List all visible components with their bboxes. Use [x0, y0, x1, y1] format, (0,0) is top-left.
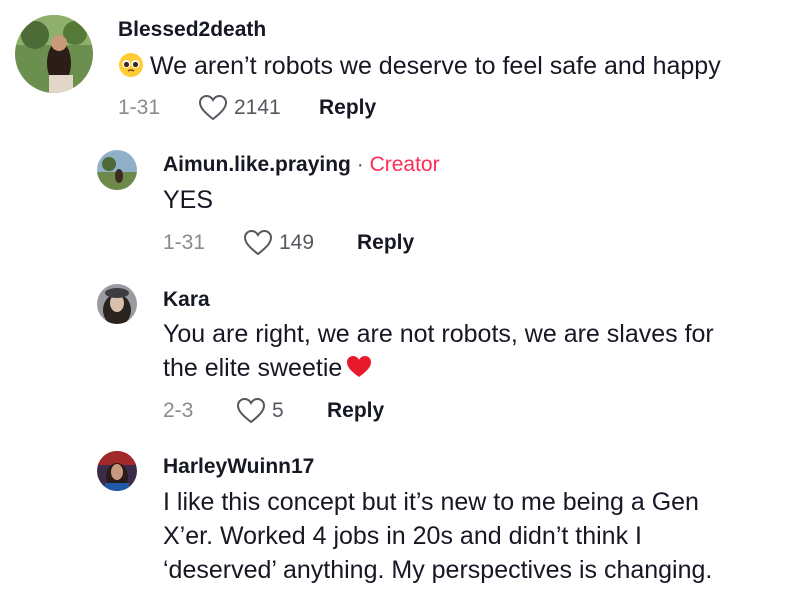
comment-text-line: the elite sweetie: [163, 354, 343, 382]
comment-text: We aren’t robots we deserve to feel safe…: [118, 49, 721, 87]
avatar[interactable]: [97, 150, 137, 190]
comment-date: 2-3: [163, 399, 194, 422]
comment-text: You are right, we are not robots, we are…: [163, 317, 714, 388]
heart-outline-icon: [198, 94, 228, 121]
comment-text-line: You are right, we are not robots, we are…: [163, 320, 714, 348]
avatar-image: [97, 284, 137, 324]
comment-date: 1-31: [118, 96, 161, 119]
pleading-face-icon: [118, 52, 144, 87]
reply-button[interactable]: Reply: [357, 231, 414, 255]
username[interactable]: HarleyWuinn17: [163, 455, 314, 479]
comment-text-line: X’er. Worked 4 jobs in 20s and didn’t th…: [163, 522, 642, 550]
comment-text-line: ‘deserved’ anything. My perspectives is …: [163, 556, 713, 584]
username[interactable]: Blessed2death: [118, 18, 266, 42]
separator: ·: [356, 153, 364, 176]
reply-button[interactable]: Reply: [319, 96, 376, 120]
comment-text-line: We aren’t robots we deserve to feel safe…: [150, 52, 721, 80]
comment-meta: 1-31 149 Reply: [163, 228, 414, 258]
username[interactable]: Aimun.like.praying: [163, 153, 351, 176]
comment-meta: 1-31 2141 Reply: [118, 93, 376, 123]
reply-button[interactable]: Reply: [327, 399, 384, 423]
red-heart-icon: [346, 354, 372, 388]
comment-text-line: YES: [163, 186, 214, 214]
like-count: 5: [272, 399, 284, 422]
creator-badge: Creator: [369, 153, 440, 176]
comment-text: I like this concept but it’s new to me b…: [163, 485, 712, 587]
avatar[interactable]: [15, 15, 93, 93]
avatar[interactable]: [97, 284, 137, 324]
heart-outline-icon: [236, 397, 266, 424]
like-count: 2141: [234, 96, 281, 119]
avatar-image: [97, 150, 137, 190]
avatar-image: [97, 451, 137, 491]
heart-outline-icon: [243, 229, 273, 256]
like-button[interactable]: 149: [243, 229, 357, 257]
like-button[interactable]: 5: [236, 397, 327, 425]
avatar-image: [15, 15, 93, 93]
username-row: Aimun.like.praying · Creator: [163, 153, 440, 177]
comment-text-line-2: the elite sweetie: [163, 351, 714, 388]
like-count: 149: [279, 231, 315, 254]
like-button[interactable]: 2141: [198, 94, 319, 122]
comment-text: YES: [163, 183, 213, 217]
comment-date: 1-31: [163, 231, 206, 254]
avatar[interactable]: [97, 451, 137, 491]
username[interactable]: Kara: [163, 288, 210, 312]
comment-meta: 2-3 5 Reply: [163, 396, 384, 426]
comment-text-line: I like this concept but it’s new to me b…: [163, 488, 699, 516]
